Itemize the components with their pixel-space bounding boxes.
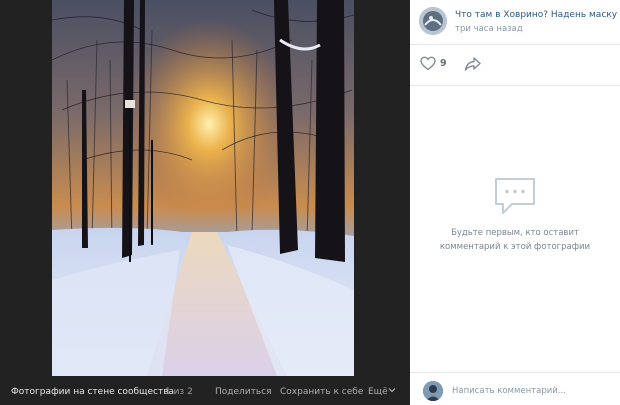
comments-empty-state: Будьте первым, кто оставит комментарий к… xyxy=(410,176,620,254)
photo-winter-park[interactable] xyxy=(52,0,354,376)
post-time[interactable]: три часа назад xyxy=(455,24,523,34)
photo-viewer: Фотографии на стене сообщества 1 из 2 По… xyxy=(0,0,410,405)
comment-composer xyxy=(410,372,620,405)
more-button[interactable]: Ещё xyxy=(368,387,388,397)
like-count: 9 xyxy=(440,58,447,69)
photo-image xyxy=(52,0,354,376)
info-panel: Что там в Ховрино? Надень маску три часа… xyxy=(410,0,620,405)
viewer-bottom-bar: Фотографии на стене сообщества 1 из 2 По… xyxy=(0,381,410,405)
community-name[interactable]: Что там в Ховрино? Надень маску xyxy=(455,10,617,20)
community-avatar[interactable] xyxy=(419,7,447,35)
heart-icon xyxy=(420,56,436,71)
save-button[interactable]: Сохранить к себе xyxy=(280,387,363,397)
divider xyxy=(410,85,620,86)
comment-input[interactable] xyxy=(452,383,612,399)
photo-counter: 1 из 2 xyxy=(165,387,193,397)
post-header: Что там в Ховрино? Надень маску три часа… xyxy=(410,0,620,44)
chevron-down-icon[interactable] xyxy=(388,386,396,394)
user-avatar[interactable] xyxy=(423,381,443,401)
share-arrow-icon xyxy=(464,57,481,71)
empty-text-line2: комментарий к этой фотографии xyxy=(439,242,591,252)
share-button[interactable]: Поделиться xyxy=(215,387,272,397)
comment-bubble-icon xyxy=(495,178,535,214)
like-button[interactable]: 9 xyxy=(420,56,460,74)
post-actions: 9 xyxy=(410,45,620,85)
empty-text-line1: Будьте первым, кто оставит xyxy=(451,228,579,238)
share-post-button[interactable] xyxy=(464,56,482,74)
album-link[interactable]: Фотографии на стене сообщества xyxy=(11,387,174,397)
